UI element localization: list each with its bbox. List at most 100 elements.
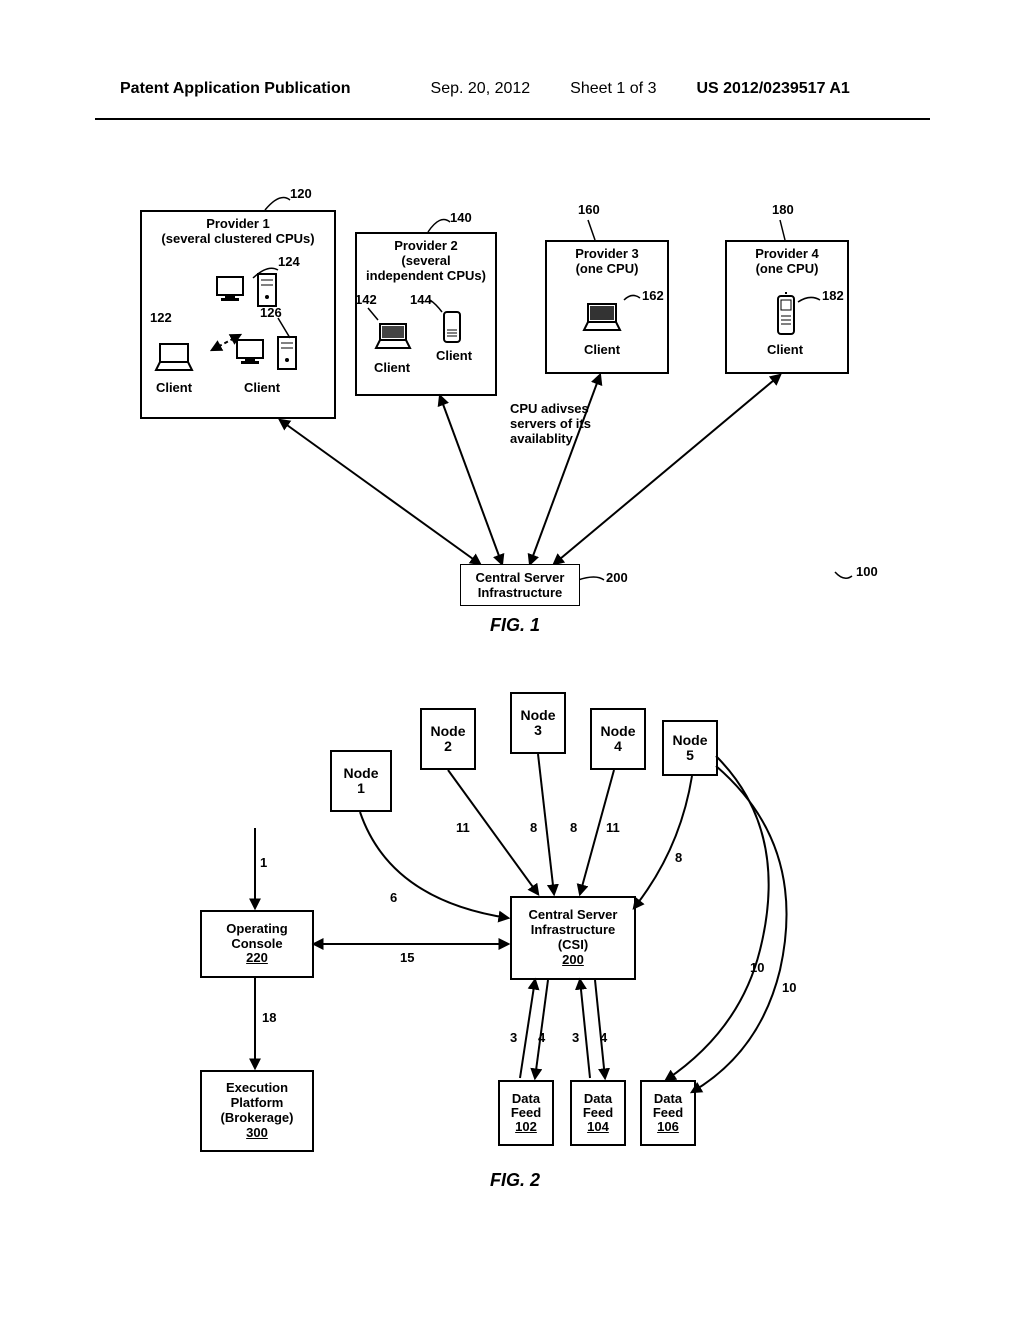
node-4: Node 4 [590,708,646,770]
central-server-l2: Infrastructure [478,585,563,600]
provider-1-title: Provider 1 [142,216,334,231]
ep-l3: (Brokerage) [221,1111,294,1126]
data-feed-104: Data Feed 104 [570,1080,626,1146]
laptop-icon [372,320,414,354]
oc-ref: 220 [246,951,268,966]
ep-ref: 300 [246,1126,268,1141]
cpu-advise-l1: CPU adivses [510,402,591,417]
page-header: Patent Application Publication Sep. 20, … [0,80,1024,98]
csi-l3: (CSI) [558,938,588,953]
edge-1: 1 [260,855,267,870]
publication-date: Sep. 20, 2012 [431,80,531,98]
edge-15: 15 [400,950,414,965]
fig1-caption: FIG. 1 [490,615,540,636]
data-feed-102: Data Feed 102 [498,1080,554,1146]
edge-10a: 10 [750,960,764,975]
ref-100: 100 [856,564,878,579]
monitor-icon [215,275,249,305]
node-5: Node 5 [662,720,718,776]
node-1: Node 1 [330,750,392,812]
provider-4-sub: (one CPU) [727,261,847,276]
data-feed-106: Data Feed 106 [640,1080,696,1146]
client-label: Client [238,380,286,395]
provider-4-title: Provider 4 [727,246,847,261]
oc-l2: Console [231,937,282,952]
oc-l1: Operating [226,922,287,937]
ref-160: 160 [578,202,600,217]
laptop-icon [152,340,196,376]
tower-icon [275,335,299,371]
handheld-icon [440,308,464,346]
publication-type: Patent Application Publication [120,80,351,98]
feed2-l1: Data [584,1092,612,1106]
ref-140: 140 [450,210,472,225]
ref-120: 120 [290,186,312,201]
edge-3a: 3 [510,1030,517,1045]
cpu-advise-note: CPU adivses servers of its availablity [510,402,591,447]
cpu-advise-l3: availablity [510,432,591,447]
csi-l1: Central Server [529,908,618,923]
ref-142: 142 [355,292,377,307]
client-label: Client [150,380,198,395]
node-3: Node 3 [510,692,566,754]
edge-18: 18 [262,1010,276,1025]
central-server-box: Central Server Infrastructure [460,564,580,606]
csi-box: Central Server Infrastructure (CSI) 200 [510,896,636,980]
ref-122: 122 [150,310,172,325]
provider-3-title: Provider 3 [547,246,667,261]
edge-10b: 10 [782,980,796,995]
edge-8a: 8 [530,820,537,835]
ref-126: 126 [260,305,282,320]
ep-l1: Execution [226,1081,288,1096]
provider-2-sub1: (several [357,253,495,268]
feed1-l2: Feed [511,1106,541,1120]
csi-ref: 200 [562,953,584,968]
edge-3b: 3 [572,1030,579,1045]
phone-icon [775,292,797,338]
edge-6: 6 [390,890,397,905]
client-label: Client [430,348,478,363]
edge-11b: 11 [606,820,620,835]
edge-11a: 11 [456,820,470,835]
edge-8b: 8 [570,820,577,835]
edge-8c: 8 [675,850,682,865]
fig2-caption: FIG. 2 [490,1170,540,1191]
feed1-ref: 102 [515,1120,537,1134]
provider-2-title: Provider 2 [357,238,495,253]
figure-2: Node 1 Node 2 Node 3 Node 4 Node 5 Opera… [140,700,885,1210]
provider-2-sub2: independent CPUs) [357,268,495,283]
ref-182: 182 [822,288,844,303]
figure-page: Provider 1 (several clustered CPUs) Clie… [140,180,885,1200]
ep-l2: Platform [231,1096,284,1111]
feed3-l2: Feed [653,1106,683,1120]
cpu-advise-l2: servers of its [510,417,591,432]
feed3-l1: Data [654,1092,682,1106]
figure-1: Provider 1 (several clustered CPUs) Clie… [140,180,885,640]
execution-platform-box: Execution Platform (Brokerage) 300 [200,1070,314,1152]
provider-3-sub: (one CPU) [547,261,667,276]
ref-162: 162 [642,288,664,303]
publication-number: US 2012/0239517 A1 [696,80,849,98]
tower-icon [255,272,279,308]
ref-124: 124 [278,254,300,269]
client-label: Client [758,342,812,357]
edge-4a: 4 [538,1030,545,1045]
edge-4b: 4 [600,1030,607,1045]
feed2-l2: Feed [583,1106,613,1120]
monitor-icon [235,338,269,368]
node-2: Node 2 [420,708,476,770]
operating-console-box: Operating Console 220 [200,910,314,978]
client-label: Client [368,360,416,375]
sheet-indicator: Sheet 1 of 3 [570,80,656,98]
central-server-l1: Central Server [476,570,565,585]
ref-200: 200 [606,570,628,585]
header-rule [95,118,930,120]
feed3-ref: 106 [657,1120,679,1134]
client-label: Client [578,342,626,357]
laptop-icon [580,300,624,336]
provider-1-sub: (several clustered CPUs) [142,231,334,246]
ref-144: 144 [410,292,432,307]
csi-l2: Infrastructure [531,923,616,938]
feed2-ref: 104 [587,1120,609,1134]
feed1-l1: Data [512,1092,540,1106]
